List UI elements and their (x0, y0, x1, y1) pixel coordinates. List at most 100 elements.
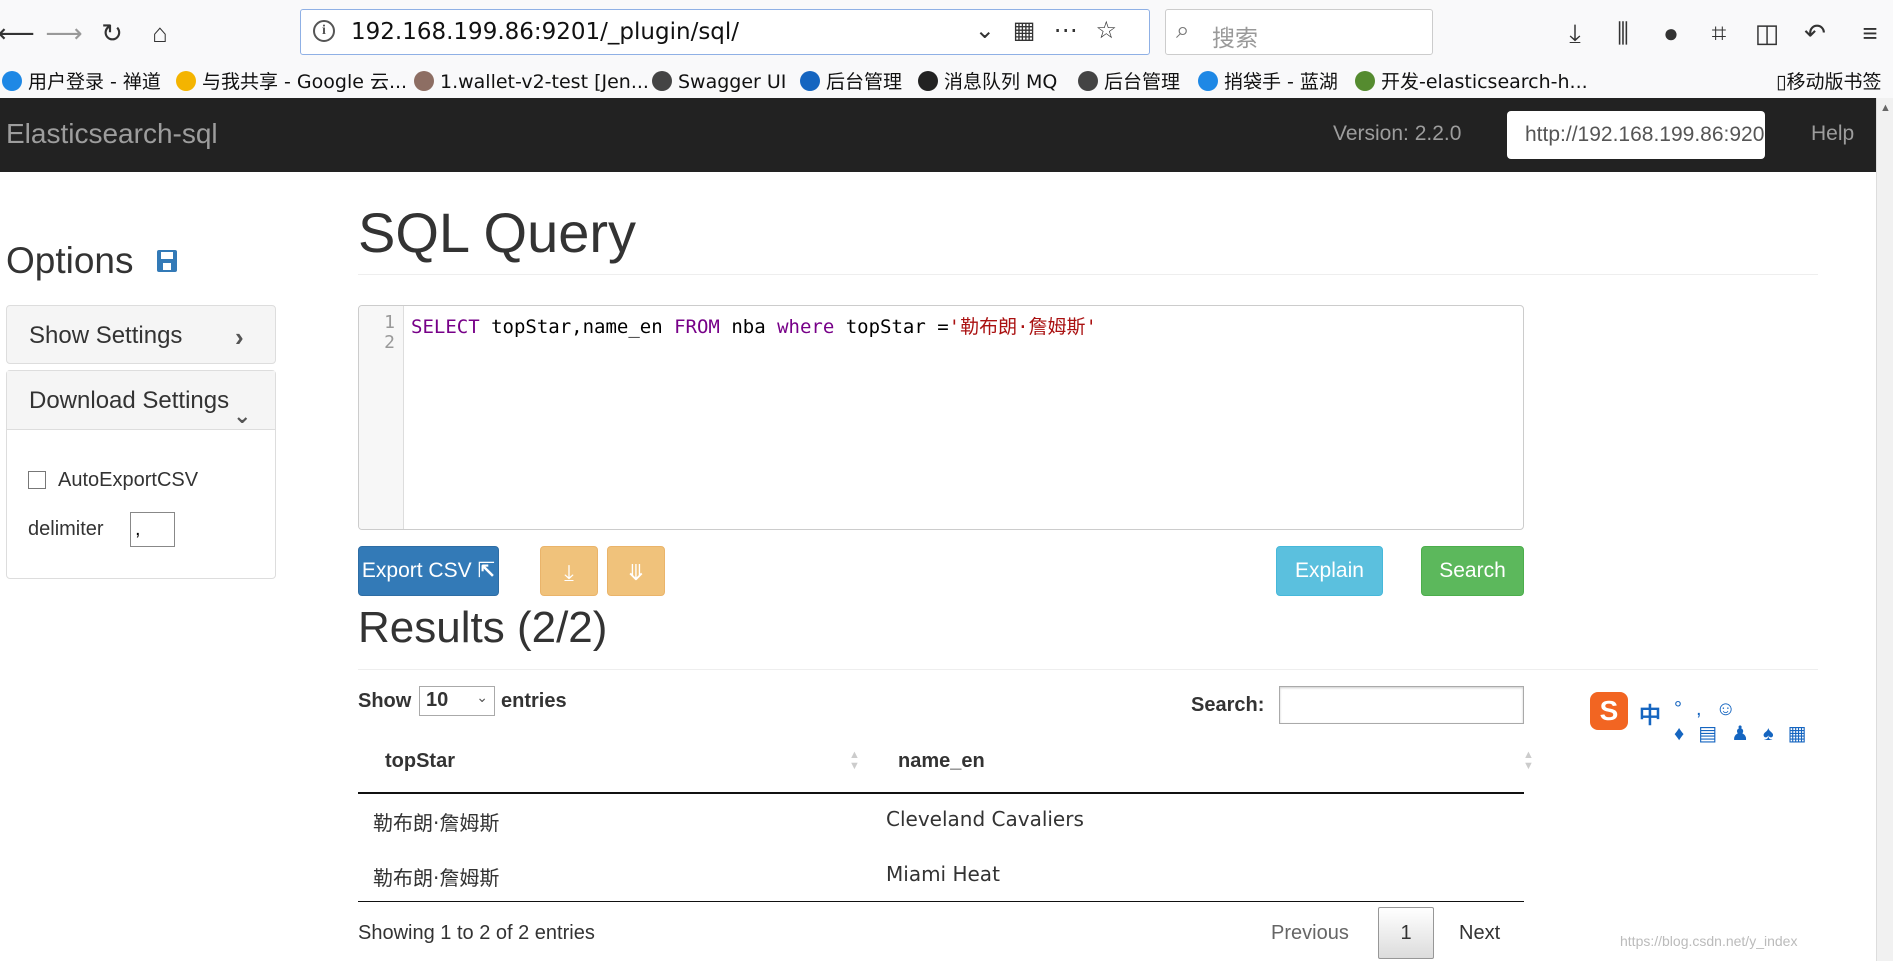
sql-token: '勒布朗·詹姆斯' (948, 316, 1097, 338)
download-all-button[interactable]: ⤋ (607, 546, 665, 596)
bookmark-label: 消息队列 MQ (944, 71, 1058, 93)
brand[interactable]: Elasticsearch-sql (6, 118, 218, 150)
chevron-down-icon[interactable]: ⌄ (975, 17, 1013, 44)
export-csv-button[interactable]: Export CSV ⇱ (358, 546, 499, 596)
table-search-label: Search: (1191, 694, 1265, 716)
bookmark-item[interactable]: 消息队列 MQ (918, 66, 1057, 98)
table-info: Showing 1 to 2 of 2 entries (358, 922, 595, 944)
auto-export-label[interactable]: AutoExportCSV (58, 469, 198, 492)
star-icon[interactable]: ☆ (1095, 17, 1135, 44)
url-actions: ⌄▦⋯☆ (975, 16, 1135, 45)
external-link-icon: ⇱ (477, 559, 496, 582)
download-settings-header[interactable]: Download Settings ⌄ (7, 371, 275, 430)
pagination-next[interactable]: Next (1459, 922, 1500, 945)
bookmark-label: Swagger UI (678, 71, 787, 93)
download-page-button[interactable]: ⤓ (540, 546, 598, 596)
table-cell: Cleveland Cavaliers (886, 807, 1084, 831)
sort-icon[interactable]: ▲ ▼ (1523, 750, 1534, 772)
crop-icon[interactable]: ⌗ (1699, 0, 1739, 66)
bookmark-item[interactable]: 开发-elasticsearch-h... (1355, 66, 1588, 98)
bookmark-item[interactable]: 后台管理 (1078, 66, 1180, 98)
sidebar-icon[interactable]: ◫ (1747, 0, 1787, 66)
table-search-input[interactable] (1279, 686, 1524, 724)
back-icon[interactable]: ⟵ (0, 0, 36, 66)
column-header-topstar[interactable]: topStar (385, 750, 455, 773)
bookmark-icon (1078, 70, 1098, 91)
url-text[interactable]: 192.168.199.86:9201/_plugin/sql/ (351, 19, 739, 45)
search-placeholder: 搜索 (1212, 26, 1258, 52)
mobile-bookmarks[interactable]: ▯移动版书签 (1776, 66, 1881, 98)
sql-token: topStar,name_en (479, 316, 675, 338)
show-settings-label: Show Settings (29, 322, 183, 349)
show-settings-panel[interactable]: Show Settings › (6, 305, 276, 364)
divider (358, 669, 1818, 670)
bookmark-label: 开发-elasticsearch-h... (1381, 71, 1588, 93)
download-all-icon: ⤋ (626, 560, 646, 585)
bookmark-item[interactable]: 用户登录 - 禅道 (2, 66, 161, 98)
ime-logo[interactable]: S (1590, 692, 1628, 730)
download-settings-label: Download Settings (29, 387, 230, 414)
bookmarks-bar: 用户登录 - 禅道 与我共享 - Google 云... 1.wallet-v2-t… (0, 66, 1893, 99)
more-icon[interactable]: ⋯ (1053, 17, 1095, 44)
version-label: Version: 2.2.0 (1333, 122, 1462, 145)
watermark: https://blog.csdn.net/y_index (1620, 933, 1798, 949)
pagination-page-1[interactable]: 1 (1378, 907, 1434, 959)
sql-token: nba (719, 316, 778, 338)
download-icon[interactable]: ⤓ (1555, 0, 1595, 66)
line-number: 2 (384, 332, 395, 353)
site-info-icon[interactable]: i (313, 20, 335, 42)
browser-toolbar: ⟵ ⟶ ↻ ⌂ i 192.168.199.86:9201/_plugin/sq… (0, 0, 1893, 66)
help-link[interactable]: Help (1811, 122, 1854, 146)
browser-search-box[interactable]: ⌕ 搜索 (1165, 9, 1433, 55)
reload-icon[interactable]: ↻ (92, 0, 132, 66)
ime-mode[interactable]: 中 (1639, 698, 1661, 730)
bookmark-item[interactable]: 1.wallet-v2-test [Jen... (414, 66, 649, 98)
mobile-bookmarks-label: 移动版书签 (1786, 71, 1882, 93)
bookmark-label: 用户登录 - 禅道 (28, 71, 161, 93)
save-icon[interactable] (157, 250, 177, 272)
menu-icon[interactable]: ≡ (1850, 0, 1890, 66)
bookmark-item[interactable]: 与我共享 - Google 云... (176, 66, 407, 98)
bookmark-item[interactable]: Swagger UI (652, 66, 786, 98)
qr-code-icon[interactable]: ▦ (1013, 17, 1054, 44)
length-entries-label: entries (501, 690, 567, 712)
forward-icon[interactable]: ⟶ (44, 0, 84, 66)
scroll-up-icon[interactable]: ▲ (1880, 102, 1891, 114)
auto-export-checkbox[interactable] (28, 471, 46, 489)
bookmark-icon (414, 70, 434, 91)
sql-token: where (777, 316, 835, 338)
bookmark-item[interactable]: 捎袋手 - 蓝湖 (1198, 66, 1338, 98)
page-length-select[interactable]: 10 ⌄ (419, 686, 495, 716)
explain-button[interactable]: Explain (1276, 546, 1383, 596)
bookmark-item[interactable]: 后台管理 (800, 66, 902, 98)
download-icon: ⤓ (564, 560, 574, 585)
bookmark-icon (652, 70, 672, 91)
sql-editor[interactable]: 12 SELECT topStar,name_en FROM nba where… (358, 305, 1524, 530)
chevron-down-icon: ⌄ (233, 403, 252, 428)
server-url-input[interactable]: http://192.168.199.86:9201 (1507, 111, 1765, 159)
undo-icon[interactable]: ↶ (1795, 0, 1835, 66)
url-bar[interactable]: i 192.168.199.86:9201/_plugin/sql/ ⌄▦⋯☆ (300, 9, 1150, 55)
chat-icon[interactable]: ● (1651, 0, 1691, 66)
chevron-down-icon: ⌄ (476, 689, 488, 705)
column-header-name-en[interactable]: name_en (898, 750, 985, 773)
chevron-right-icon: › (235, 322, 244, 352)
sort-icon[interactable]: ▲ ▼ (849, 750, 860, 772)
bookmark-label: 捎袋手 - 蓝湖 (1224, 71, 1338, 93)
pagination-previous[interactable]: Previous (1271, 922, 1349, 945)
sql-code[interactable]: SELECT topStar,name_en FROM nba where to… (411, 312, 1097, 339)
table-cell: 勒布朗·詹姆斯 (373, 811, 500, 835)
page-title: SQL Query (358, 201, 637, 264)
mobile-icon: ▯ (1776, 71, 1787, 93)
delimiter-input[interactable] (130, 512, 175, 547)
page-length-value: 10 (426, 689, 449, 711)
bookmark-label: 后台管理 (1104, 71, 1181, 93)
library-icon[interactable]: ⫼ (1603, 0, 1643, 66)
vertical-scrollbar[interactable]: ▲ (1876, 98, 1893, 961)
results-title: Results (2/2) (358, 603, 608, 652)
home-icon[interactable]: ⌂ (140, 0, 180, 66)
ime-tool-icons[interactable]: °,☺♦▤♟♠▦ (1674, 698, 1876, 746)
search-icon: ⌕ (1176, 17, 1190, 44)
search-button[interactable]: Search (1421, 546, 1524, 596)
divider (358, 274, 1818, 275)
